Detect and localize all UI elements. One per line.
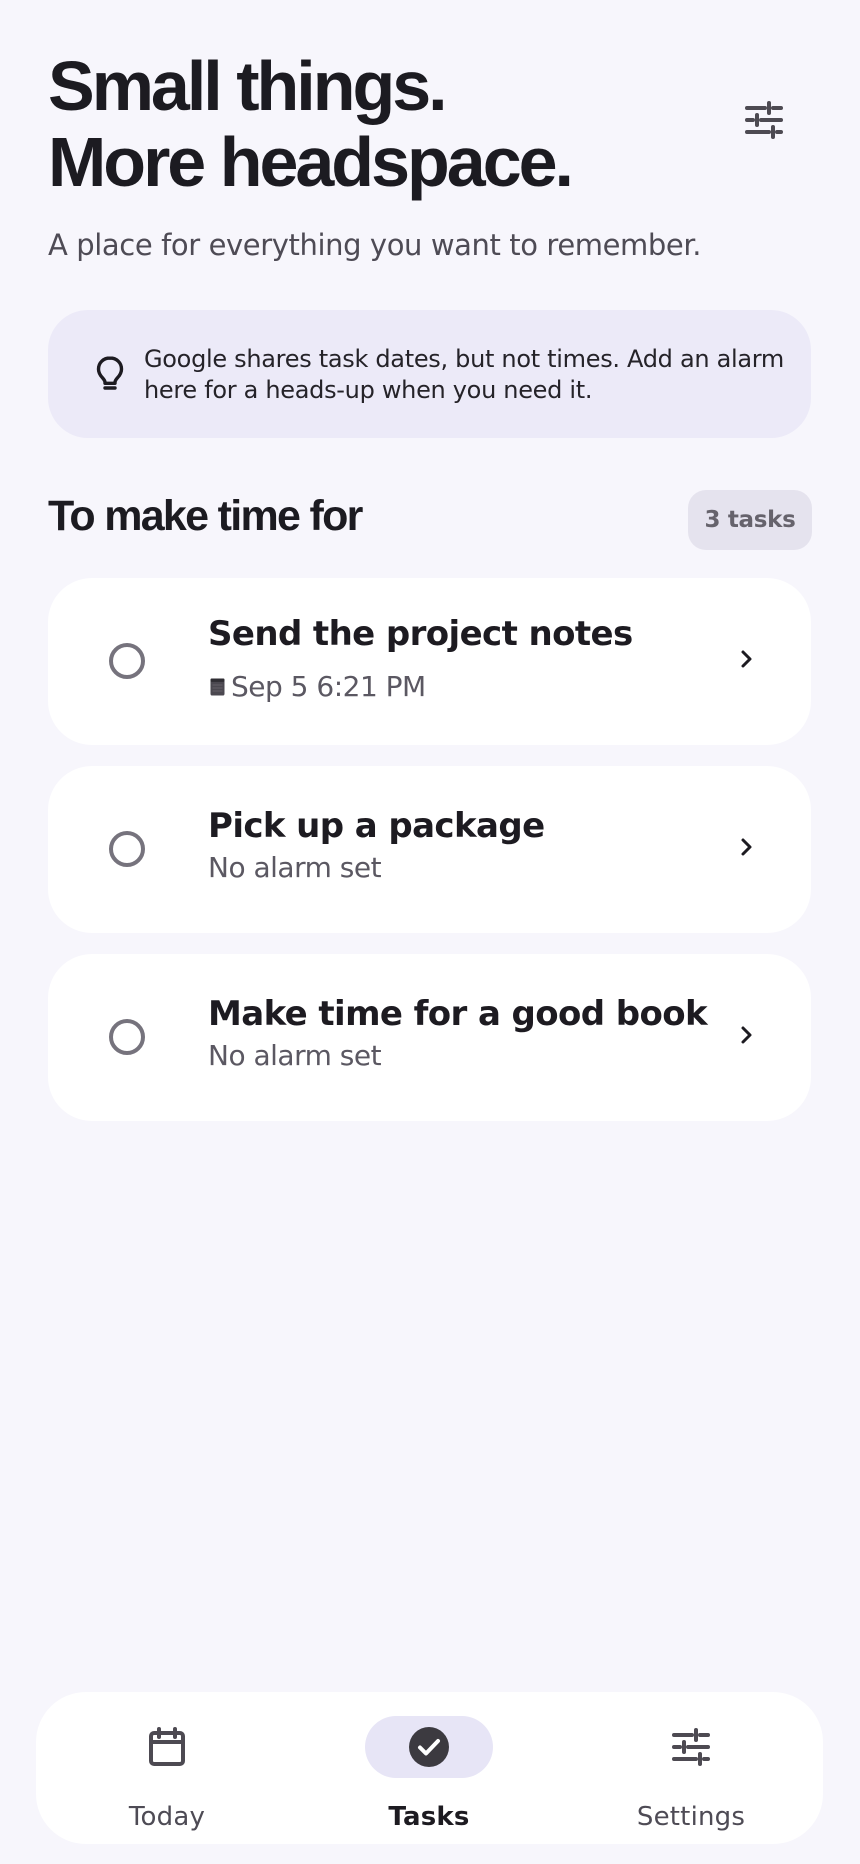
chevron-right-icon: [732, 1021, 760, 1049]
tune-icon: [743, 99, 785, 141]
nav-icon-container-settings: [627, 1716, 755, 1778]
task-card-pick-up-package[interactable]: Pick up a package No alarm set: [48, 766, 811, 933]
task-alarm-status: No alarm set: [208, 851, 382, 884]
task-title: Make time for a good book: [208, 994, 708, 1034]
task-list: Send the project notes Sep 5 6:21 PM Pic…: [48, 578, 811, 1142]
task-complete-radio[interactable]: [109, 831, 145, 867]
alarm-info-text: Google shares task dates, but not times.…: [144, 345, 784, 404]
task-content: Make time for a good book No alarm set: [208, 994, 719, 1073]
task-card-good-book[interactable]: Make time for a good book No alarm set: [48, 954, 811, 1121]
task-complete-radio[interactable]: [109, 1019, 145, 1055]
task-card-send-project-notes[interactable]: Send the project notes Sep 5 6:21 PM: [48, 578, 811, 745]
nav-label-settings: Settings: [636, 1802, 746, 1832]
chevron-right-icon: [732, 833, 760, 861]
nav-item-today[interactable]: Today: [36, 1692, 298, 1844]
nav-label-today: Today: [128, 1802, 206, 1832]
page-subtitle: A place for everything you want to remem…: [48, 228, 702, 262]
task-complete-radio[interactable]: [109, 643, 145, 679]
nav-icon-container-tasks: [365, 1716, 493, 1778]
nav-item-tasks[interactable]: Tasks: [298, 1692, 560, 1844]
task-title: Send the project notes: [208, 614, 633, 654]
nav-item-settings[interactable]: Settings: [560, 1692, 822, 1844]
calendar-icon: [145, 1725, 189, 1769]
check-circle-icon: [406, 1724, 452, 1770]
chevron-right-icon: [732, 645, 760, 673]
page-title: Small things. More headspace.: [48, 48, 748, 200]
tune-icon: [670, 1726, 712, 1768]
alarm-info-banner: Google shares task dates, but not times.…: [48, 310, 811, 438]
task-alarm-status: No alarm set: [208, 1039, 382, 1072]
bottom-navigation: Today Tasks Settings: [36, 1692, 823, 1844]
page-title-line-2: More headspace.: [48, 123, 574, 201]
task-alarm-date-text: Sep 5 6:21 PM: [231, 670, 426, 703]
nav-label-tasks: Tasks: [388, 1802, 470, 1832]
task-content: Send the project notes Sep 5 6:21 PM: [208, 614, 719, 704]
lightbulb-icon: [86, 350, 134, 398]
section-title: To make time for: [48, 492, 363, 540]
nav-icon-container-today: [103, 1716, 231, 1778]
task-alarm-date: Sep 5 6:21 PM: [208, 670, 719, 704]
filter-button[interactable]: [740, 96, 788, 144]
task-count-badge: 3 tasks: [688, 490, 812, 550]
task-title: Pick up a package: [208, 806, 545, 846]
hero-heading-group: Small things. More headspace.: [48, 48, 748, 200]
page-title-line-1: Small things.: [48, 47, 448, 125]
calendar-icon: [210, 678, 225, 696]
task-content: Pick up a package No alarm set: [208, 806, 719, 885]
